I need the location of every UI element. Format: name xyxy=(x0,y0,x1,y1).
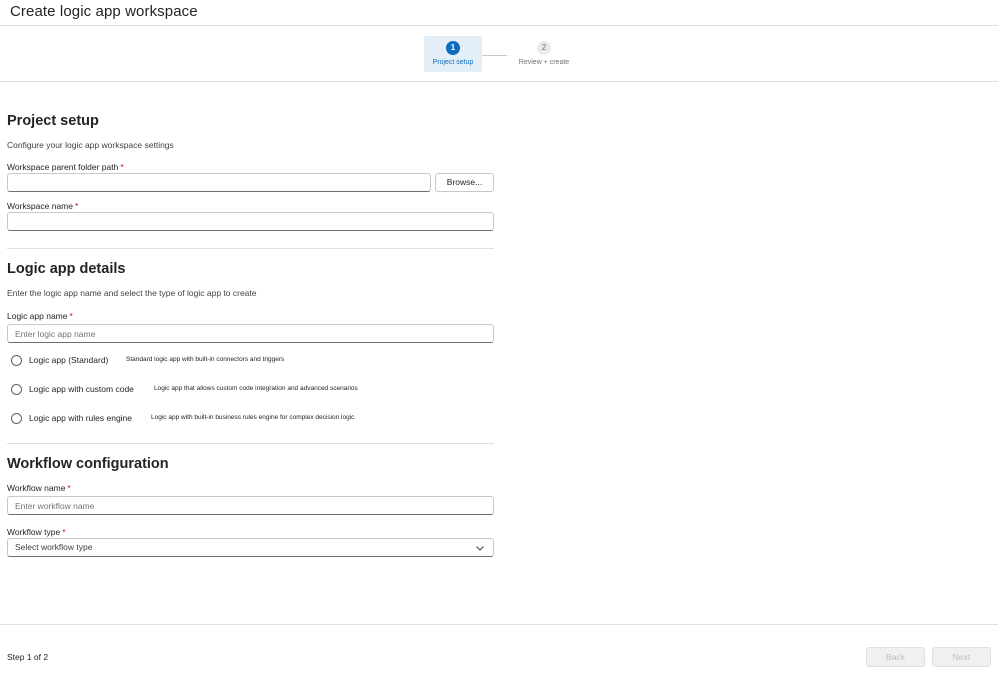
workflow-name-label-text: Workflow name xyxy=(7,483,66,493)
wizard-footer: Step 1 of 2 Back Next xyxy=(0,624,998,676)
workflow-type-dropdown[interactable]: Select workflow type xyxy=(7,538,494,557)
radio-description: Logic app with built-in business rules e… xyxy=(151,414,355,421)
radio-description: Logic app that allows custom code integr… xyxy=(154,385,358,392)
step-number-2: 2 xyxy=(537,41,551,55)
logic-app-name-input[interactable] xyxy=(7,324,494,343)
logic-app-details-description: Enter the logic app name and select the … xyxy=(7,288,257,298)
required-mark: * xyxy=(67,483,71,493)
radio-button[interactable] xyxy=(11,384,22,395)
workspace-name-label: Workspace name * xyxy=(7,201,78,211)
step-review-create[interactable]: 2 Review + create xyxy=(515,36,573,72)
required-mark: * xyxy=(120,162,124,172)
workflow-type-selected: Select workflow type xyxy=(15,542,93,552)
workspace-name-label-text: Workspace name xyxy=(7,201,73,211)
radio-label: Logic app (Standard) xyxy=(29,355,109,365)
step-label-project-setup: Project setup xyxy=(432,59,474,66)
workflow-type-label-text: Workflow type xyxy=(7,527,61,537)
required-mark: * xyxy=(74,201,79,211)
required-mark: * xyxy=(62,527,66,537)
next-button[interactable]: Next xyxy=(932,647,991,667)
folder-path-label: Workspace parent folder path * xyxy=(7,162,124,172)
section-divider xyxy=(7,248,494,249)
chevron-down-icon xyxy=(476,546,484,551)
radio-description: Standard logic app with built-in connect… xyxy=(126,356,285,363)
window-title: Create logic app workspace xyxy=(10,3,198,20)
workspace-name-input[interactable] xyxy=(7,212,494,231)
radio-button[interactable] xyxy=(11,413,22,424)
step-connector xyxy=(482,55,507,56)
logic-app-details-title: Logic app details xyxy=(7,261,126,277)
workflow-type-label: Workflow type * xyxy=(7,527,66,537)
step-number-1: 1 xyxy=(446,41,460,55)
required-mark: * xyxy=(69,311,73,321)
logic-app-name-label: Logic app name * xyxy=(7,311,73,321)
wizard-stepper: 1 Project setup 2 Review + create xyxy=(0,26,998,82)
back-button[interactable]: Back xyxy=(866,647,925,667)
project-setup-description: Configure your logic app workspace setti… xyxy=(7,140,174,150)
workflow-name-label: Workflow name * xyxy=(7,483,71,493)
section-divider xyxy=(7,443,494,444)
project-setup-title: Project setup xyxy=(7,113,99,129)
step-count: Step 1 of 2 xyxy=(7,652,49,662)
workflow-configuration-title: Workflow configuration xyxy=(7,456,169,472)
title-bar: Create logic app workspace xyxy=(0,0,998,26)
browse-button[interactable]: Browse... xyxy=(435,173,494,192)
folder-path-label-text: Workspace parent folder path xyxy=(7,162,119,172)
step-label-review-create: Review + create xyxy=(518,59,570,66)
folder-path-input[interactable] xyxy=(7,173,431,192)
workflow-name-input[interactable] xyxy=(7,496,494,515)
radio-label: Logic app with rules engine xyxy=(29,413,133,423)
radio-button[interactable] xyxy=(11,355,22,366)
step-project-setup[interactable]: 1 Project setup xyxy=(424,36,482,72)
logic-app-name-label-text: Logic app name xyxy=(7,311,68,321)
radio-label: Logic app with custom code xyxy=(29,384,134,394)
